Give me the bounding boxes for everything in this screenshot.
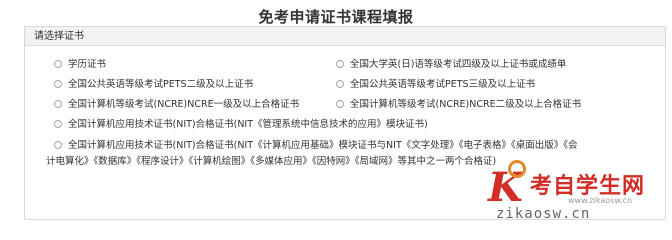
option-ncre2-cert[interactable]: 全国计算机等级考试(NCRE)NCRE二级及以上合格证书: [336, 98, 581, 111]
option-label: 学历证书: [68, 59, 107, 70]
radio-button[interactable]: [336, 100, 344, 108]
option-label: 全国计算机应用技术证书(NIT)合格证书(NIT《计算机应用基础》模块证书与NI…: [68, 140, 578, 151]
option-pets3-cert[interactable]: 全国公共英语等级考试PETS三级及以上证书: [336, 78, 535, 91]
option-academic-cert[interactable]: 学历证书: [54, 58, 106, 71]
radio-button[interactable]: [54, 80, 62, 88]
radio-button[interactable]: [54, 100, 62, 108]
option-ncre1-cert[interactable]: 全国计算机等级考试(NCRE)NCRE一级及以上合格证书: [54, 98, 299, 111]
logo-url-small: www.zikaosw.cn: [568, 196, 633, 205]
option-label: 全国计算机等级考试(NCRE)NCRE一级及以上合格证书: [68, 99, 300, 110]
option-label: 全国大学英(日)语等级考试四级及以上证书或成绩单: [350, 59, 567, 70]
option-label: 全国计算机等级考试(NCRE)NCRE二级及以上合格证书: [350, 99, 582, 110]
option-label: 全国公共英语等级考试PETS三级及以上证书: [350, 79, 536, 90]
option-label-continued: 计电算化》《数据库》《程序设计》《计算机绘图》《多媒体应用》《因特网》《局域网》…: [46, 156, 497, 167]
option-nit-mis-cert[interactable]: 全国计算机应用技术证书(NIT)合格证书(NIT《管理系统中信息技术的应用》模块…: [54, 118, 428, 131]
radio-button[interactable]: [336, 80, 344, 88]
logo-url: zikaosw.cn: [496, 206, 591, 222]
site-watermark: K 考自学生网 www.zikaosw.cn zikaosw.cn: [488, 160, 666, 226]
option-nit-basic-cert[interactable]: 全国计算机应用技术证书(NIT)合格证书(NIT《计算机应用基础》模块证书与NI…: [54, 139, 578, 152]
option-label: 全国计算机应用技术证书(NIT)合格证书(NIT《管理系统中信息技术的应用》模块…: [68, 119, 428, 130]
logo-circle-icon: [508, 160, 526, 178]
option-cet4-cert[interactable]: 全国大学英(日)语等级考试四级及以上证书或成绩单: [336, 58, 566, 71]
panel-header: 请选择证书: [25, 27, 665, 46]
radio-button[interactable]: [54, 120, 62, 128]
option-label: 全国公共英语等级考试PETS二级及以上证书: [68, 79, 254, 90]
option-nit-basic-cert-line2: 计电算化》《数据库》《程序设计》《计算机绘图》《多媒体应用》《因特网》《局域网》…: [46, 155, 496, 168]
option-pets2-cert[interactable]: 全国公共英语等级考试PETS二级及以上证书: [54, 78, 253, 91]
radio-button[interactable]: [54, 60, 62, 68]
radio-button[interactable]: [54, 141, 62, 149]
radio-button[interactable]: [336, 60, 344, 68]
page-title: 免考申请证书课程填报: [258, 8, 414, 26]
